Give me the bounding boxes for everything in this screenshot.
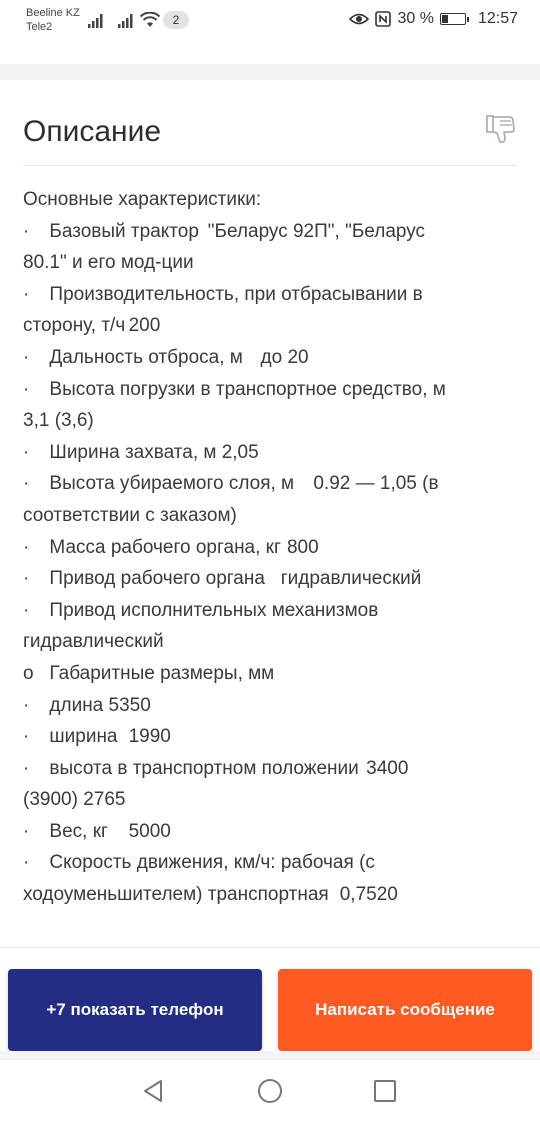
status-bar: Beeline KZ Tele2 2 30 % 12:57 [0, 0, 540, 48]
description-line: · Высота убираемого слоя, м 0.92 — 1,05 … [23, 473, 439, 495]
notification-count-badge: 2 [163, 11, 189, 29]
description-line: · ширина 1990 [23, 726, 171, 748]
back-icon[interactable] [139, 1076, 169, 1106]
signal-icon [88, 14, 103, 28]
home-icon[interactable] [255, 1076, 285, 1106]
show-phone-button[interactable]: +7 показать телефон [8, 969, 262, 1051]
description-line: · Масса рабочего органа, кг 800 [23, 536, 319, 558]
navigation-bar [0, 1059, 540, 1121]
description-line: (3900) 2765 [23, 789, 126, 811]
carrier-2: Tele2 [26, 21, 53, 33]
description-line: ходоуменьшителем) транспортная 0,7520 [23, 884, 398, 906]
description-text: Основные характеристики: · Базовый тракто… [23, 184, 523, 911]
eye-icon [349, 13, 370, 25]
description-line: o Габаритные размеры, мм [23, 662, 275, 684]
description-line: · Производительность, при отбрасывании в [23, 283, 423, 305]
description-line: · длина 5350 [23, 694, 151, 716]
description-title: Описание [23, 115, 162, 148]
description-line: · Скорость движения, км/ч: рабочая (с [23, 852, 375, 874]
description-line: Основные характеристики: [23, 189, 262, 210]
status-right-group: 30 % 12:57 [349, 10, 518, 28]
battery-percent: 30 % [397, 10, 434, 27]
description-line: 80.1" и его мод-ции [23, 252, 194, 274]
wifi-icon [140, 12, 160, 27]
description-line: соответствии с заказом) [23, 504, 237, 526]
title-divider [23, 165, 517, 166]
section-separator [0, 64, 540, 80]
thumbs-down-icon[interactable] [484, 111, 518, 145]
description-line: · Высота погрузки в транспортное средств… [23, 378, 446, 400]
battery-icon [439, 13, 469, 25]
bottom-divider [0, 947, 540, 948]
send-message-button[interactable]: Написать сообщение [278, 969, 532, 1051]
description-line: 3,1 (3,6) [23, 410, 94, 432]
recent-apps-icon[interactable] [370, 1076, 400, 1106]
description-line: гидравлический [23, 631, 164, 653]
nfc-icon [375, 11, 392, 27]
description-line: · Дальность отброса, м до 20 [23, 346, 309, 368]
carrier-names: Beeline KZ Tele2 [26, 6, 80, 34]
bottom-strip [0, 1051, 540, 1059]
description-line: · высота в транспортном положении 3400 [23, 757, 409, 779]
description-line: сторону, т/ч 200 [23, 315, 161, 337]
description-line: · Ширина захвата, м 2,05 [23, 441, 259, 463]
description-line: · Базовый трактор "Беларус 92П", "Белару… [23, 220, 426, 242]
description-line: · Привод рабочего органа гидравлический [23, 568, 422, 590]
clock-time: 12:57 [477, 10, 518, 27]
description-line: · Вес, кг 5000 [23, 820, 171, 842]
description-line: · Привод исполнительных механизмов [23, 599, 379, 621]
signal-icon [118, 14, 133, 28]
carrier-1: Beeline KZ [26, 7, 80, 19]
